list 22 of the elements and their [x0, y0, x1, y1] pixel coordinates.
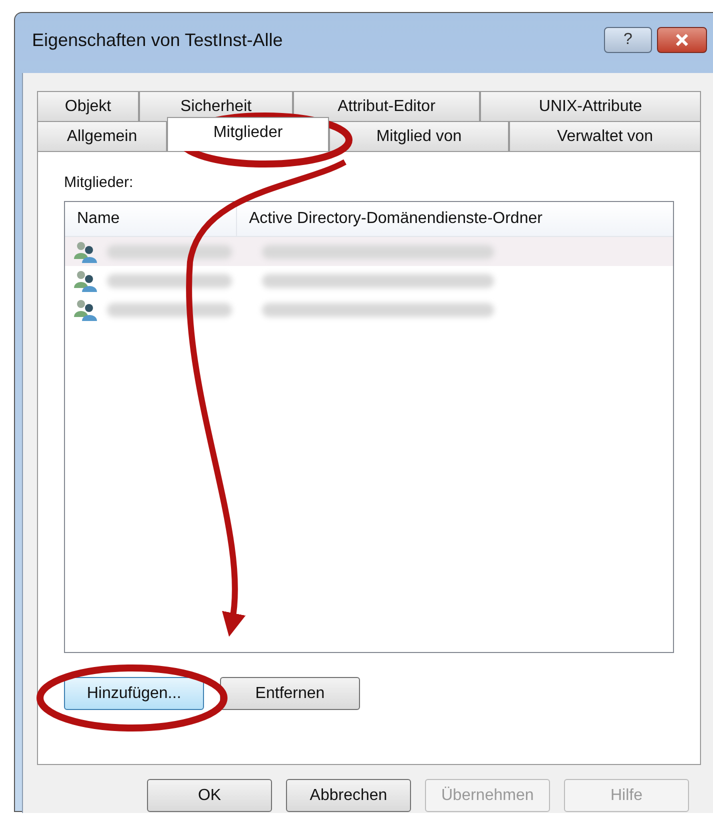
user-group-icon	[73, 270, 99, 292]
window-title: Eigenschaften von TestInst-Alle	[32, 30, 283, 50]
button[interactable]: Entfernen	[220, 677, 360, 710]
button[interactable]: Abbrechen	[286, 779, 411, 812]
members-label: Mitglieder:	[64, 174, 134, 191]
close-icon	[675, 34, 689, 46]
tab[interactable]: Attribut-Editor	[293, 91, 480, 121]
members-list[interactable]: Name Active Directory-Domänendienste-Ordner	[64, 201, 674, 653]
tab[interactable]: Mitglieder	[167, 117, 329, 151]
column-header[interactable]: Active Directory-Domänendienste-Ordner	[237, 202, 673, 236]
user-group-icon	[73, 298, 99, 320]
tab[interactable]: UNIX-Attribute	[480, 91, 701, 121]
tab[interactable]: Allgemein	[37, 121, 167, 151]
help-button[interactable]: ?	[604, 27, 652, 53]
button[interactable]: OK	[147, 779, 272, 812]
tab[interactable]: Mitglied von	[329, 121, 509, 151]
button[interactable]: Hinzufügen...	[64, 677, 204, 710]
user-group-icon	[73, 240, 99, 262]
tab[interactable]: Objekt	[37, 91, 139, 121]
column-header[interactable]: Name	[65, 202, 237, 236]
tab[interactable]: Verwaltet von	[509, 121, 701, 151]
close-button[interactable]	[657, 27, 707, 53]
